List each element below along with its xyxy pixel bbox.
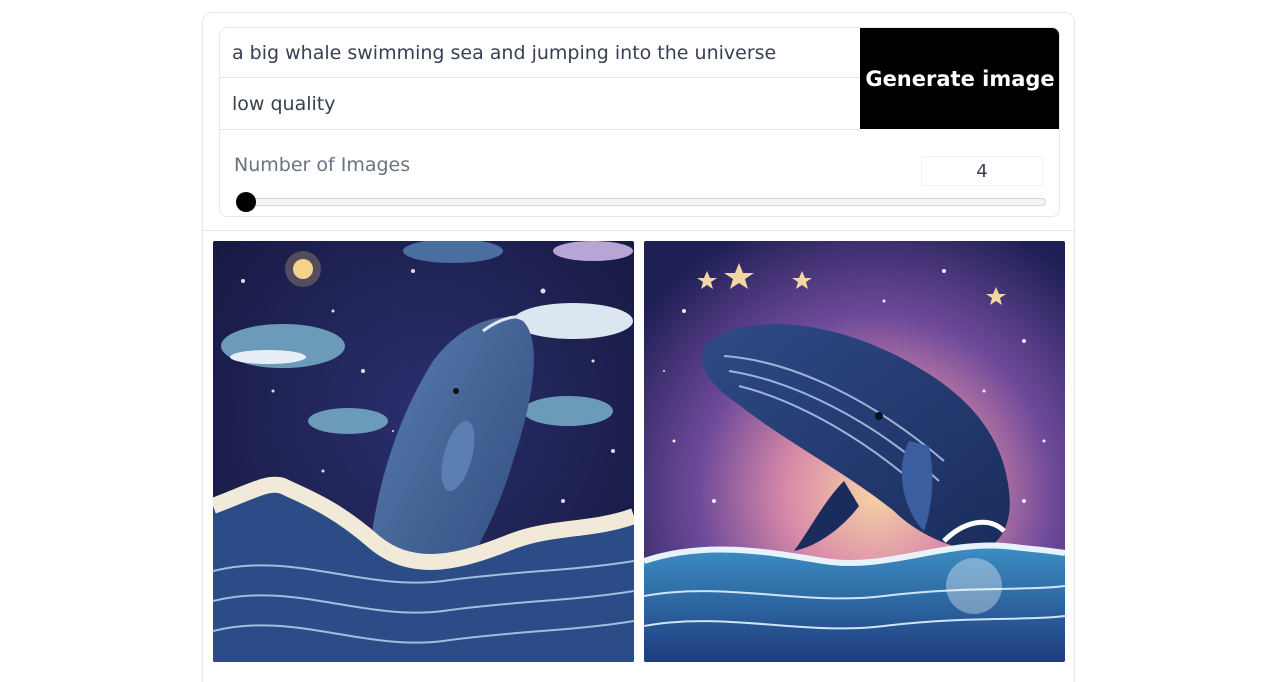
app-container: Generate image Number of Images (202, 12, 1075, 682)
section-divider (203, 230, 1074, 231)
image-gallery (213, 241, 1065, 681)
whale-illustration-image (213, 241, 634, 662)
negative-prompt-field (220, 78, 860, 130)
generation-form: Generate image Number of Images (219, 27, 1060, 217)
num-images-input[interactable] (921, 156, 1043, 186)
prompt-input[interactable] (220, 28, 860, 77)
slider-track[interactable] (239, 198, 1046, 206)
slider-thumb[interactable] (236, 192, 256, 212)
generate-image-button[interactable]: Generate image (860, 28, 1059, 129)
prompt-field (220, 28, 860, 78)
negative-prompt-input[interactable] (220, 78, 860, 129)
gallery-image[interactable] (213, 241, 634, 662)
num-images-slider[interactable] (235, 190, 1046, 214)
gallery-image[interactable] (644, 241, 1065, 662)
whale-illustration-image (644, 241, 1065, 662)
num-images-label: Number of Images (234, 154, 411, 176)
